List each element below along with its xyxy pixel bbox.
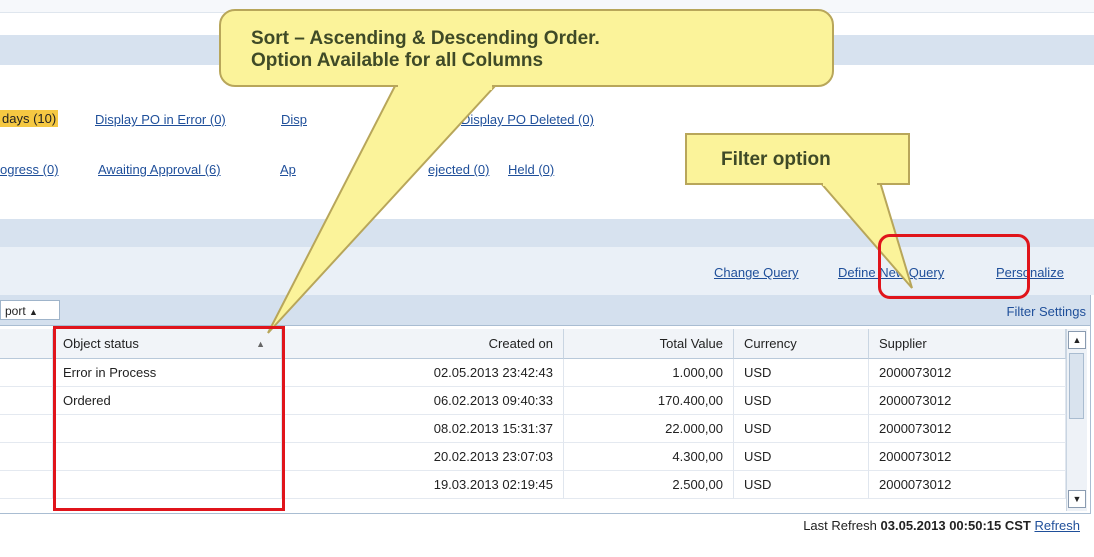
sort-callout: Sort – Ascending & Descending Order. Opt… <box>219 9 834 87</box>
sort-callout-pointer <box>267 85 498 334</box>
filter-callout-text: Filter option <box>721 149 831 170</box>
sort-callout-joint <box>398 82 492 90</box>
sort-callout-line2: Option Available for all Columns <box>251 50 544 71</box>
filter-callout: Filter option <box>685 133 910 185</box>
sort-callout-line1: Sort – Ascending & Descending Order. <box>251 28 600 49</box>
object-status-highlight <box>53 326 285 511</box>
filter-highlight <box>878 234 1030 299</box>
filter-callout-joint <box>823 181 877 186</box>
